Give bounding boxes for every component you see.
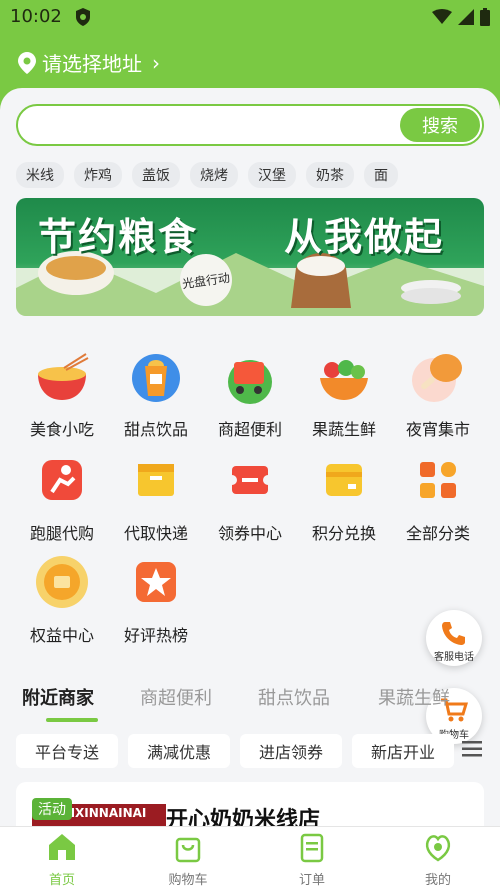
category-toprated[interactable]: 好评热榜 — [108, 554, 204, 646]
order-icon — [300, 833, 324, 863]
parcel-box-icon — [138, 464, 174, 496]
search-tag[interactable]: 米线 — [16, 162, 64, 188]
category-nightsnack[interactable]: 夜宵集市 — [390, 348, 486, 440]
tab-nearby[interactable]: 附近商家 — [22, 684, 94, 710]
category-all[interactable]: 全部分类 — [390, 452, 486, 544]
nav-orders[interactable]: 订单 — [272, 831, 352, 888]
runner-icon — [42, 460, 82, 500]
nav-home[interactable]: 首页 — [22, 831, 102, 888]
hot-search-tags: 米线 炸鸡 盖饭 烧烤 汉堡 奶茶 面 — [16, 162, 398, 188]
tab-indicator — [46, 718, 98, 722]
banner-headline: 节约粮食 — [38, 215, 199, 259]
filter-chip[interactable]: 新店开业 — [352, 734, 454, 768]
search-tag[interactable]: 炸鸡 — [74, 162, 122, 188]
menu-icon[interactable] — [462, 740, 482, 758]
category-label: 代取快递 — [123, 524, 188, 543]
nav-label: 购物车 — [168, 873, 208, 888]
search-tag[interactable]: 面 — [364, 162, 398, 188]
filter-chip[interactable]: 进店领券 — [240, 734, 342, 768]
bag-icon — [175, 837, 201, 863]
wifi-icon — [432, 9, 452, 24]
category-label: 全部分类 — [405, 524, 470, 543]
banner-subheadline: 从我做起 — [284, 215, 445, 259]
category-label: 积分兑换 — [311, 524, 376, 543]
customer-service-button[interactable]: 客服电话 — [426, 610, 482, 666]
profile-icon — [425, 835, 451, 862]
category-label: 美食小吃 — [29, 420, 94, 439]
home-icon — [49, 834, 75, 860]
filter-chip[interactable]: 满减优惠 — [128, 734, 230, 768]
points-card-icon — [326, 464, 362, 496]
nav-label: 首页 — [48, 873, 75, 888]
category-parcel[interactable]: 代取快递 — [108, 452, 204, 544]
category-label: 好评热榜 — [123, 626, 188, 645]
category-fresh[interactable]: 果蔬生鲜 — [296, 348, 392, 440]
nav-label: 订单 — [298, 873, 325, 888]
search-button[interactable]: 搜索 — [400, 108, 480, 142]
search-bar: 搜索 — [16, 104, 484, 146]
coupon-icon — [227, 466, 273, 494]
fruit-basket-icon — [320, 360, 368, 400]
category-label: 甜点饮品 — [123, 420, 188, 439]
phone-icon — [442, 622, 465, 645]
promo-banner[interactable]: 节约粮食 从我做起 光盘行动 — [16, 198, 484, 316]
search-tag[interactable]: 汉堡 — [248, 162, 296, 188]
category-label: 权益中心 — [29, 626, 94, 645]
merchant-tabs: 附近商家 商超便利 甜点饮品 果蔬生鲜 — [22, 684, 462, 724]
tab-drinks[interactable]: 甜点饮品 — [258, 684, 330, 710]
search-tag[interactable]: 烧烤 — [190, 162, 238, 188]
search-input[interactable] — [32, 110, 392, 140]
category-label: 果蔬生鲜 — [311, 420, 376, 439]
bottom-nav: 首页 购物车 订单 我的 — [0, 826, 500, 888]
category-food[interactable]: 美食小吃 — [14, 348, 110, 440]
category-errand[interactable]: 跑腿代购 — [14, 452, 110, 544]
star-icon — [136, 562, 176, 602]
shopping-cart-icon — [228, 360, 272, 404]
category-label: 商超便利 — [217, 420, 282, 439]
address-label: 请选择地址 — [42, 52, 142, 76]
status-indicators — [432, 8, 490, 26]
status-time: 10:02 — [10, 6, 62, 27]
drink-cup-icon — [132, 354, 180, 402]
search-tag[interactable]: 盖饭 — [132, 162, 180, 188]
filter-chip[interactable]: 平台专送 — [16, 734, 118, 768]
tab-fresh[interactable]: 果蔬生鲜 — [378, 684, 450, 710]
service-label: 客服电话 — [434, 652, 474, 663]
activity-badge: 活动 — [32, 798, 72, 820]
category-supermarket[interactable]: 商超便利 — [202, 348, 298, 440]
category-coupon[interactable]: 领券中心 — [202, 452, 298, 544]
category-points[interactable]: 积分兑换 — [296, 452, 392, 544]
address-selector[interactable]: 请选择地址 › — [18, 48, 160, 77]
status-bar: 10:02 — [0, 0, 500, 34]
tab-supermarket[interactable]: 商超便利 — [140, 684, 212, 710]
category-label: 夜宵集市 — [405, 420, 470, 439]
shield-icon — [76, 8, 90, 26]
benefit-badge-icon — [36, 556, 88, 608]
location-pin-icon — [18, 51, 36, 74]
category-drinks[interactable]: 甜点饮品 — [108, 348, 204, 440]
search-tag[interactable]: 奶茶 — [306, 162, 354, 188]
nav-cart[interactable]: 购物车 — [148, 831, 228, 888]
battery-icon — [480, 8, 490, 26]
category-label: 领券中心 — [217, 524, 282, 543]
noodle-bowl-icon — [38, 353, 89, 400]
grid-icon — [420, 462, 456, 498]
filter-bar: 平台专送 满减优惠 进店领券 新店开业 — [16, 734, 454, 768]
drumstick-icon — [412, 354, 462, 402]
chevron-right-icon: › — [152, 50, 160, 75]
nav-label: 我的 — [424, 873, 451, 888]
category-benefits[interactable]: 权益中心 — [14, 554, 110, 646]
signal-icon — [458, 9, 474, 25]
nav-profile[interactable]: 我的 — [398, 831, 478, 888]
category-label: 跑腿代购 — [29, 524, 94, 543]
